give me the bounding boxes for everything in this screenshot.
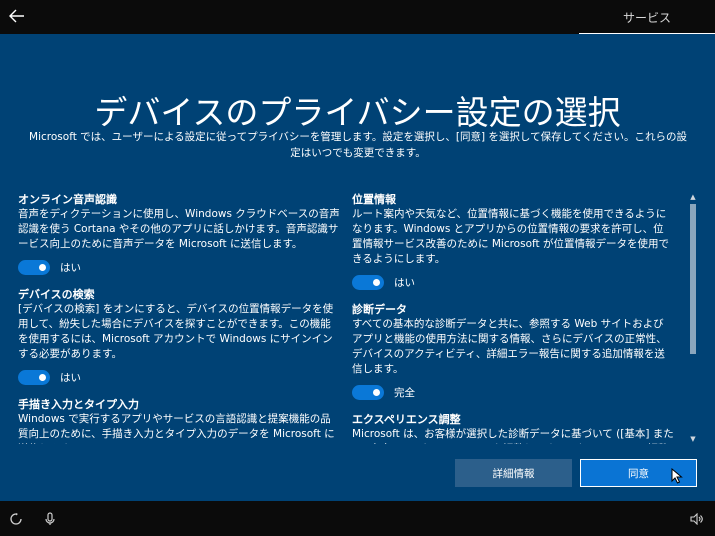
setting-description: ルート案内や天気など、位置情報に基づく機能を使用できるようになります。Windo… bbox=[352, 208, 669, 265]
toggle-knob bbox=[39, 373, 46, 381]
scrollbar-thumb[interactable] bbox=[690, 204, 696, 354]
accessibility-icon[interactable] bbox=[8, 511, 24, 527]
setting-title: 位置情報 bbox=[352, 193, 396, 206]
bottom-bar bbox=[0, 501, 715, 536]
back-arrow-icon[interactable] bbox=[6, 5, 28, 27]
toggle-label: はい bbox=[394, 276, 415, 289]
setting-title: エクスペリエンス調整 bbox=[352, 413, 461, 426]
location-toggle[interactable] bbox=[352, 274, 384, 290]
setting-description: Microsoft は、お客様が選択した診断データに基づいて ([基本] または… bbox=[352, 428, 674, 444]
setting-find-my-device: デバイスの検索 [デバイスの検索] をオンにすると、デバイスの位置情報データを使… bbox=[18, 287, 340, 389]
toggle-knob bbox=[373, 388, 380, 396]
setting-diagnostics: 診断データ すべての基本的な診断データと共に、参照する Web サイトおよびアプ… bbox=[352, 302, 674, 404]
setting-description: すべての基本的な診断データと共に、参照する Web サイトおよびアプリと機能の使… bbox=[352, 318, 667, 375]
settings-column-left: オンライン音声認識 音声をディクテーションに使用し、Windows クラウドベー… bbox=[18, 192, 340, 444]
setting-description: 音声をディクテーションに使用し、Windows クラウドベースの音声認識を使う … bbox=[18, 208, 340, 250]
find-my-device-toggle[interactable] bbox=[18, 369, 50, 385]
toggle-label: はい bbox=[60, 261, 81, 274]
toggle-row: はい bbox=[352, 270, 674, 294]
page-title: デバイスのプライバシー設定の選択 bbox=[94, 93, 621, 132]
learn-more-button[interactable]: 詳細情報 bbox=[455, 459, 572, 487]
setting-location: 位置情報 ルート案内や天気など、位置情報に基づく機能を使用できるようになります。… bbox=[352, 192, 674, 294]
settings-column-right: 位置情報 ルート案内や天気など、位置情報に基づく機能を使用できるようになります。… bbox=[352, 192, 674, 444]
scroll-up-icon[interactable]: ▲ bbox=[688, 192, 698, 202]
settings-scroll-area[interactable]: オンライン音声認識 音声をディクテーションに使用し、Windows クラウドベー… bbox=[18, 192, 684, 444]
microphone-icon[interactable] bbox=[42, 511, 58, 527]
scroll-down-icon[interactable]: ▼ bbox=[688, 434, 698, 444]
setting-inking-typing: 手描き入力とタイプ入力 Windows で実行するアプリやサービスの言語認識と提… bbox=[18, 397, 340, 444]
diagnostics-toggle[interactable] bbox=[352, 384, 384, 400]
toggle-knob bbox=[39, 263, 46, 271]
toggle-row: はい bbox=[18, 255, 340, 279]
privacy-settings-page: デバイスのプライバシー設定の選択 Microsoft では、ユーザーによる設定に… bbox=[0, 34, 715, 501]
mouse-cursor-icon bbox=[671, 468, 683, 484]
volume-icon[interactable] bbox=[689, 511, 705, 527]
online-speech-toggle[interactable] bbox=[18, 259, 50, 275]
setting-title: デバイスの検索 bbox=[18, 288, 95, 301]
setting-title: 手描き入力とタイプ入力 bbox=[18, 398, 139, 411]
setting-description: Windows で実行するアプリやサービスの言語認識と提案機能の品質向上のために… bbox=[18, 413, 335, 444]
toggle-knob bbox=[373, 278, 380, 286]
top-bar: サービス bbox=[0, 0, 715, 34]
toggle-label: はい bbox=[60, 371, 81, 384]
setting-title: オンライン音声認識 bbox=[18, 193, 117, 206]
setting-tailored-experiences: エクスペリエンス調整 Microsoft は、お客様が選択した診断データに基づい… bbox=[352, 412, 674, 444]
toggle-label: 完全 bbox=[394, 386, 415, 399]
setting-description: [デバイスの検索] をオンにすると、デバイスの位置情報データを使用して、紛失した… bbox=[18, 303, 334, 360]
toggle-row: はい bbox=[18, 365, 340, 389]
setting-title: 診断データ bbox=[352, 303, 407, 316]
toggle-row: 完全 bbox=[352, 380, 674, 404]
setting-online-speech: オンライン音声認識 音声をディクテーションに使用し、Windows クラウドベー… bbox=[18, 192, 340, 279]
tab-services[interactable]: サービス bbox=[579, 0, 715, 34]
page-subtitle: Microsoft では、ユーザーによる設定に従ってプライバシーを管理します。設… bbox=[29, 131, 687, 159]
scrollbar[interactable]: ▲ ▼ bbox=[688, 192, 698, 444]
